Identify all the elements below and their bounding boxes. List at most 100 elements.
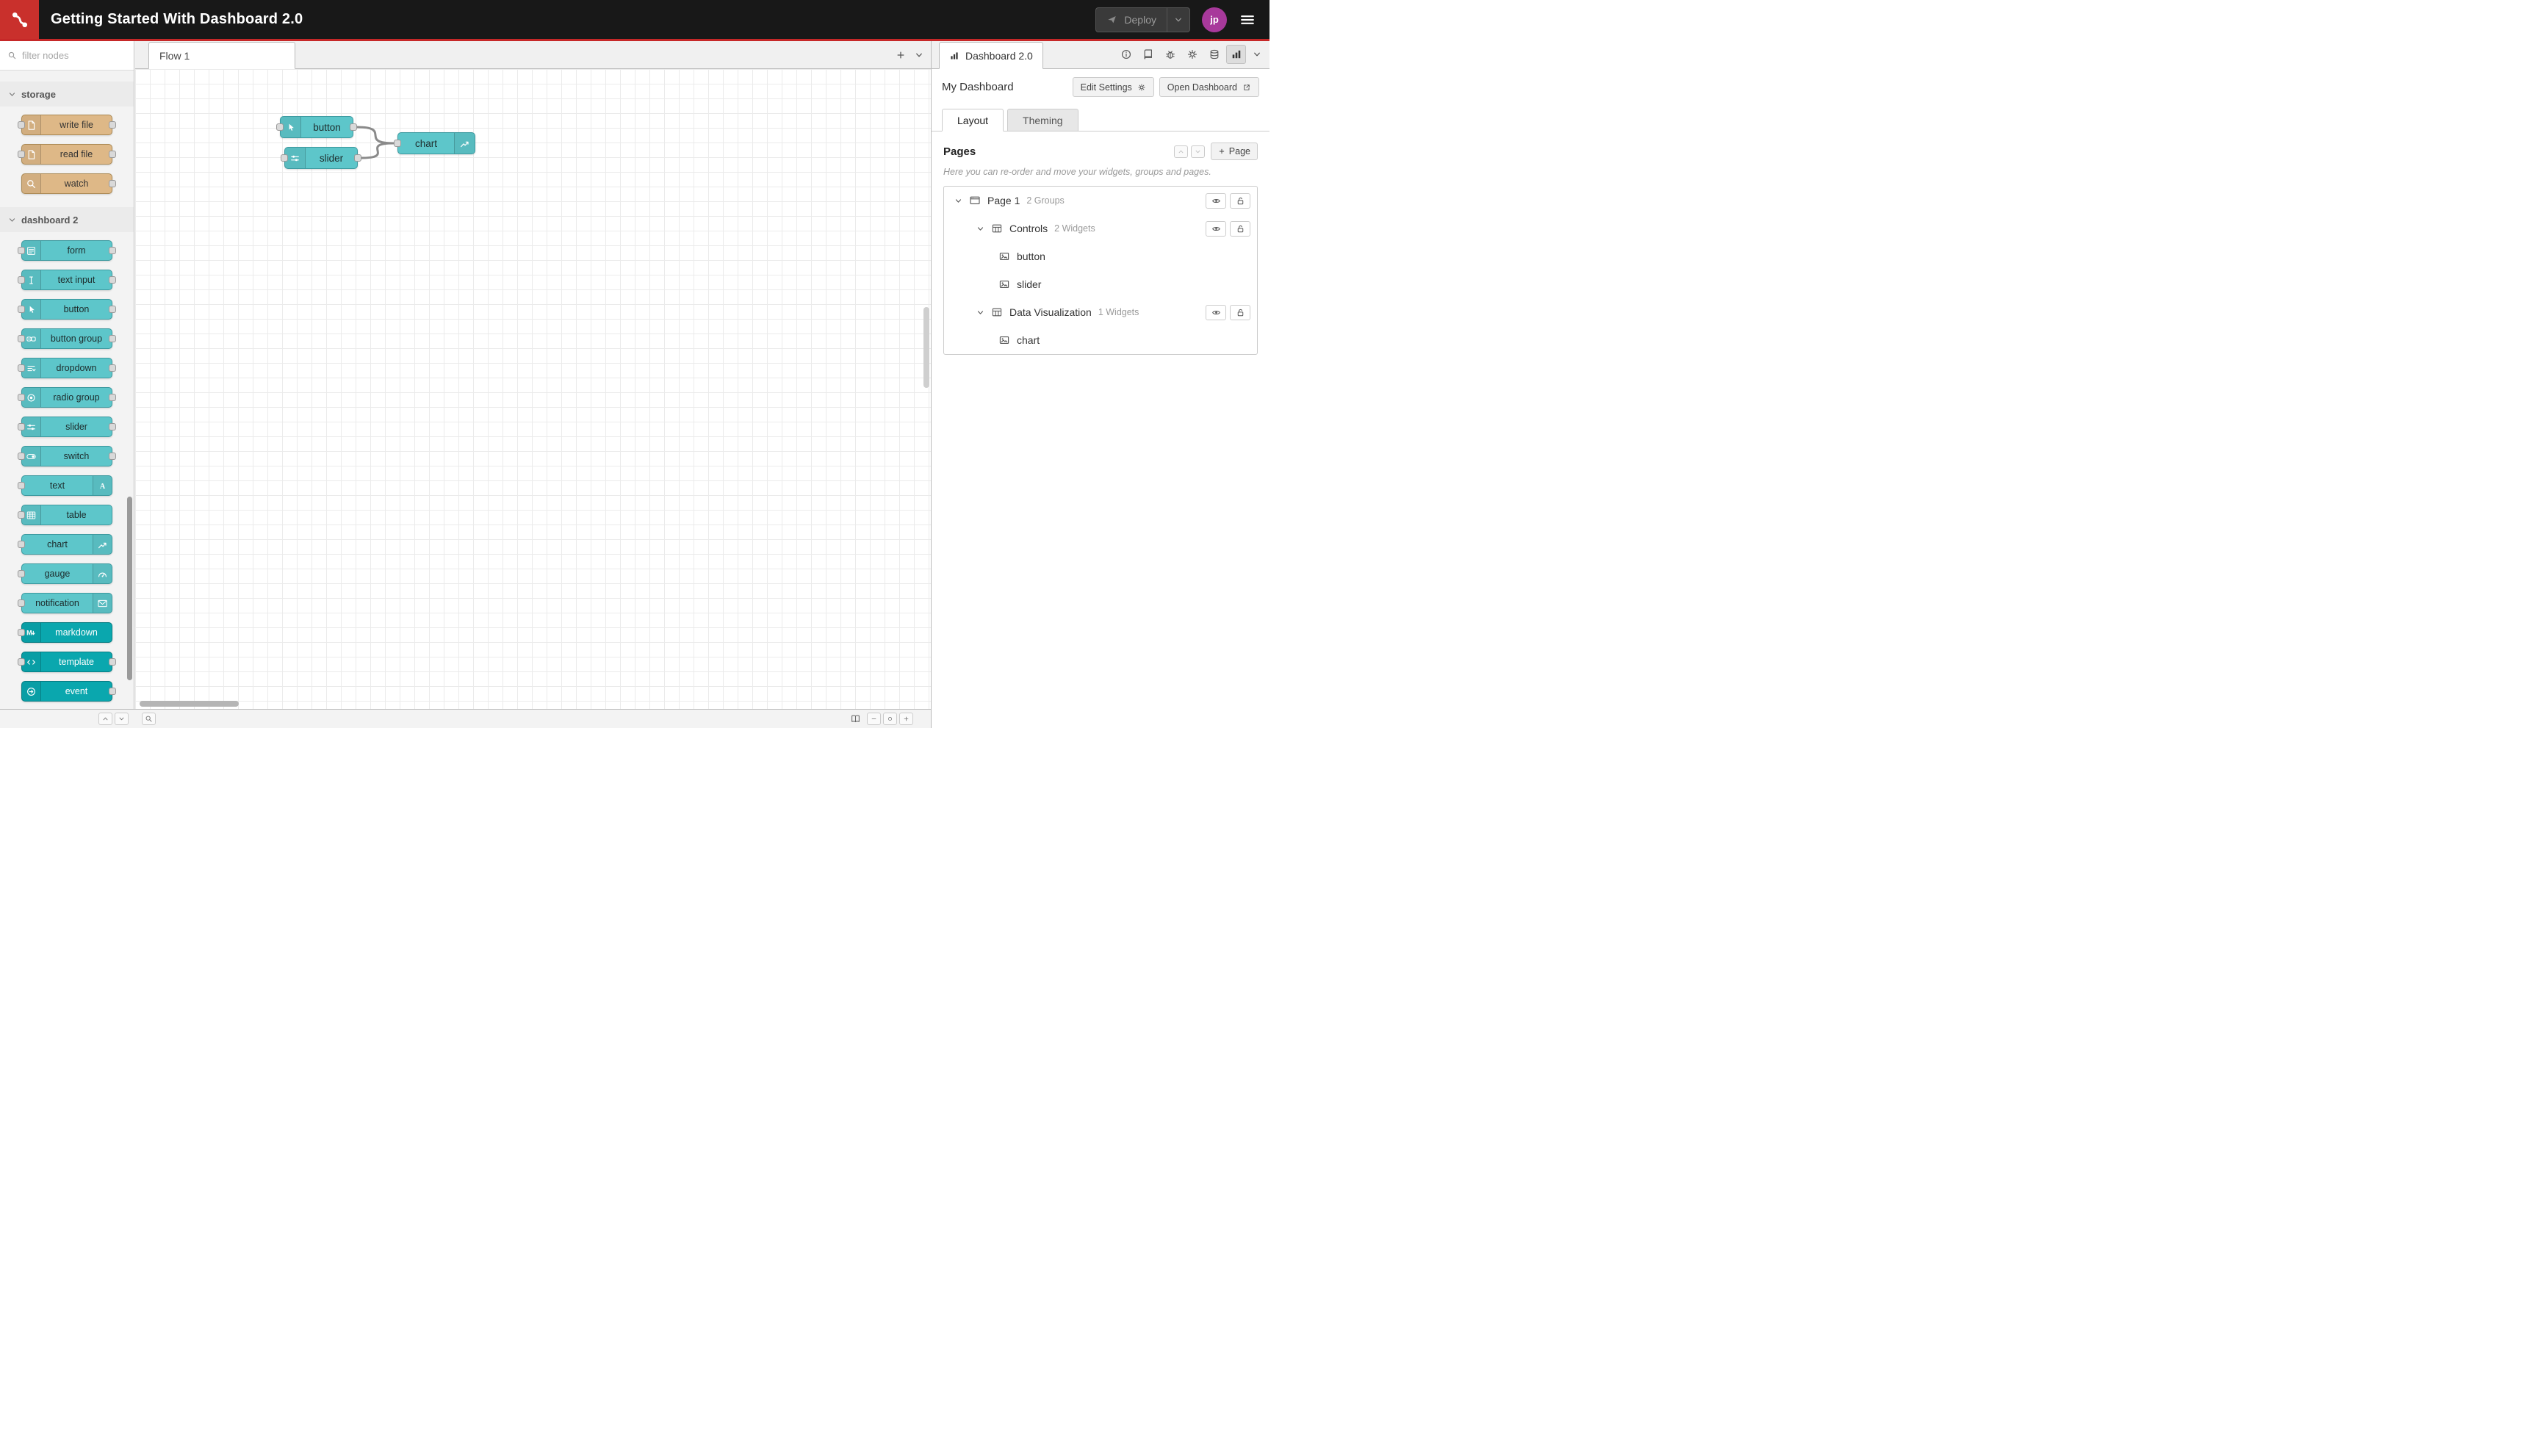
node-input-port[interactable]	[18, 570, 25, 577]
tree-row-slider[interactable]: slider	[944, 270, 1257, 298]
node-output-port[interactable]	[109, 306, 116, 313]
chevron-down-icon[interactable]	[976, 225, 991, 233]
node-output-port[interactable]	[109, 394, 116, 401]
sidebar-tab-debug[interactable]	[1160, 45, 1180, 64]
avatar[interactable]: jp	[1202, 7, 1227, 32]
node-input-port[interactable]	[18, 453, 25, 460]
node-input-port[interactable]	[18, 151, 25, 158]
palette-search-input[interactable]	[22, 50, 126, 61]
node-input-port[interactable]	[18, 121, 25, 129]
node-input-port[interactable]	[394, 140, 401, 147]
node-input-port[interactable]	[18, 482, 25, 489]
visibility-button[interactable]	[1206, 192, 1226, 209]
node-output-port[interactable]	[109, 276, 116, 284]
palette-scrollbar[interactable]	[127, 497, 132, 680]
node-chart[interactable]: chart	[394, 132, 475, 154]
node-output-port[interactable]	[354, 154, 361, 162]
node-dropdown[interactable]: dropdown	[18, 358, 116, 378]
node-radio-group[interactable]: radio group	[18, 387, 116, 408]
node-input-port[interactable]	[18, 394, 25, 401]
node-button-group[interactable]: button group	[18, 328, 116, 349]
node-output-port[interactable]	[109, 364, 116, 372]
lock-button[interactable]	[1230, 304, 1250, 320]
node-output-port[interactable]	[109, 335, 116, 342]
tree-row-chart[interactable]: chart	[944, 326, 1257, 354]
canvas-hscrollbar[interactable]	[140, 701, 239, 707]
node-output-port[interactable]	[109, 688, 116, 695]
node-gauge[interactable]: gauge	[18, 563, 112, 584]
node-output-port[interactable]	[109, 247, 116, 254]
sidebar-tab-dashboard[interactable]	[1226, 45, 1246, 64]
node-button[interactable]: button	[18, 299, 116, 320]
node-input-port[interactable]	[18, 276, 25, 284]
zoom-reset-button[interactable]	[883, 713, 897, 725]
navigator-toggle-button[interactable]	[850, 713, 861, 724]
node-input-port[interactable]	[18, 541, 25, 548]
node-input-port[interactable]	[18, 599, 25, 607]
node-notification[interactable]: notification	[18, 593, 112, 613]
deploy-options-button[interactable]	[1167, 7, 1189, 32]
node-slider[interactable]: slider	[281, 147, 361, 169]
node-input-port[interactable]	[18, 364, 25, 372]
tab-flow-1[interactable]: Flow 1	[148, 42, 295, 69]
node-output-port[interactable]	[109, 658, 116, 666]
move-page-up-button[interactable]	[1173, 145, 1188, 158]
node-input-port[interactable]	[18, 247, 25, 254]
palette-scroll[interactable]: storage write file read file watch dashb…	[0, 71, 134, 709]
sidebar-tab-context[interactable]	[1204, 45, 1224, 64]
sidebar-tabs-menu-button[interactable]	[1247, 45, 1267, 64]
node-event[interactable]: event	[21, 681, 116, 702]
node-text-input[interactable]: text input	[18, 270, 116, 290]
add-flow-button[interactable]	[896, 50, 906, 60]
chevron-down-icon[interactable]	[954, 197, 969, 205]
node-read-file[interactable]: read file	[18, 144, 116, 165]
lock-button[interactable]	[1230, 192, 1250, 209]
tree-row-button[interactable]: button	[944, 242, 1257, 270]
palette-scroll-down-button[interactable]	[115, 713, 129, 725]
node-write-file[interactable]: write file	[18, 115, 116, 135]
tab-theming[interactable]: Theming	[1007, 109, 1078, 131]
move-page-down-button[interactable]	[1190, 145, 1205, 158]
tree-row-data-visualization[interactable]: Data Visualization 1 Widgets	[944, 298, 1257, 326]
node-chart[interactable]: chart	[18, 534, 112, 555]
node-input-port[interactable]	[18, 629, 25, 636]
sidebar-tab-info[interactable]	[1116, 45, 1136, 64]
node-input-port[interactable]	[18, 335, 25, 342]
zoom-out-button[interactable]	[867, 713, 881, 725]
palette-category-storage[interactable]: storage	[0, 82, 134, 107]
node-input-port[interactable]	[18, 306, 25, 313]
node-table[interactable]: table	[18, 505, 112, 525]
node-output-port[interactable]	[109, 180, 116, 187]
tab-dashboard-2[interactable]: Dashboard 2.0	[939, 42, 1043, 69]
palette-category-dashboard-2[interactable]: dashboard 2	[0, 207, 134, 232]
node-watch[interactable]: watch	[21, 173, 116, 194]
node-input-port[interactable]	[276, 123, 284, 131]
node-output-port[interactable]	[350, 123, 357, 131]
node-text[interactable]: text	[18, 475, 112, 496]
node-input-port[interactable]	[18, 511, 25, 519]
node-input-port[interactable]	[18, 423, 25, 430]
visibility-button[interactable]	[1206, 220, 1226, 237]
tree-row-page-1[interactable]: Page 1 2 Groups	[944, 187, 1257, 215]
node-output-port[interactable]	[109, 151, 116, 158]
search-flows-button[interactable]	[142, 713, 156, 725]
node-switch[interactable]: switch	[18, 446, 116, 466]
palette-scroll-up-button[interactable]	[98, 713, 112, 725]
node-red-logo[interactable]	[0, 0, 39, 39]
add-page-button[interactable]: Page	[1210, 143, 1258, 160]
tab-layout[interactable]: Layout	[942, 109, 1004, 131]
tree-row-controls[interactable]: Controls 2 Widgets	[944, 215, 1257, 242]
chevron-down-icon[interactable]	[976, 309, 991, 317]
canvas-vscrollbar[interactable]	[923, 307, 929, 388]
node-template[interactable]: template	[18, 652, 116, 672]
deploy-button[interactable]: Deploy	[1095, 7, 1190, 32]
sidebar-tab-config[interactable]	[1182, 45, 1202, 64]
visibility-button[interactable]	[1206, 304, 1226, 320]
sidebar-tab-help[interactable]	[1138, 45, 1158, 64]
node-button[interactable]: button	[276, 116, 357, 138]
lock-button[interactable]	[1230, 220, 1250, 237]
menu-button[interactable]	[1239, 11, 1256, 29]
node-form[interactable]: form	[18, 240, 116, 261]
node-slider[interactable]: slider	[18, 417, 116, 437]
canvas[interactable]: button slider chart	[135, 69, 931, 709]
